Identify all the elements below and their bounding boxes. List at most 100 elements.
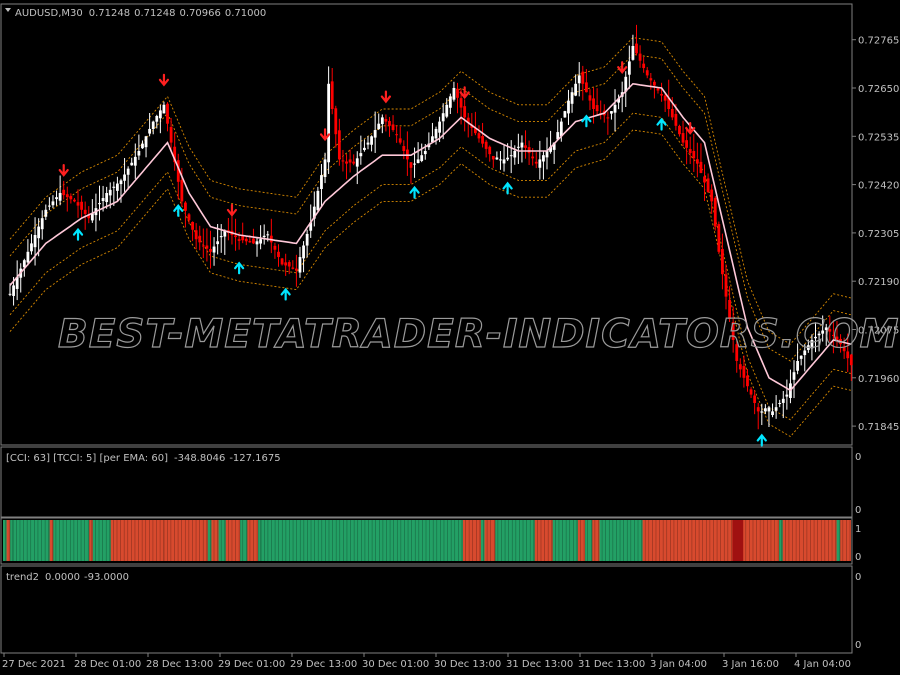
strip-axis-bottom: 0 bbox=[855, 552, 861, 563]
strip-segment bbox=[207, 520, 212, 561]
candle-body bbox=[721, 248, 724, 275]
candle-body bbox=[316, 190, 320, 211]
candle-body bbox=[513, 151, 517, 158]
candle-body bbox=[237, 239, 241, 241]
strip-segment bbox=[840, 520, 851, 561]
buy-arrow bbox=[656, 117, 667, 131]
candle-body bbox=[778, 403, 782, 404]
candle-body bbox=[116, 183, 119, 191]
candle-body bbox=[627, 61, 631, 75]
candle-body bbox=[756, 407, 760, 412]
candle-body bbox=[44, 209, 48, 217]
strip-segment bbox=[247, 520, 259, 561]
candle-body bbox=[516, 146, 520, 148]
candle-body bbox=[101, 198, 105, 202]
watermark: BEST-METATRADER-INDICATORS.COM bbox=[58, 312, 899, 357]
candle-body bbox=[355, 158, 359, 167]
candle-body bbox=[695, 159, 699, 164]
candle-body bbox=[323, 159, 327, 178]
candle-body bbox=[746, 375, 749, 387]
candle-body bbox=[305, 233, 309, 246]
candle-body bbox=[420, 155, 424, 161]
candle-body bbox=[592, 98, 595, 109]
candle-body bbox=[187, 214, 191, 221]
candle-body bbox=[219, 236, 223, 238]
candle-body bbox=[570, 92, 574, 104]
strip-segment bbox=[261, 520, 463, 561]
candle-body bbox=[391, 124, 395, 130]
candle-body bbox=[37, 226, 41, 239]
chart-canvas: 0.72765 0.72650 0.72535 0.72420 0.72305 0.721… bbox=[0, 3, 899, 670]
candle-body bbox=[534, 161, 538, 164]
candle-body bbox=[531, 156, 535, 159]
time-tick-label: 29 Dec 01:00 bbox=[218, 659, 285, 670]
candle-body bbox=[477, 133, 481, 139]
buy-arrow bbox=[173, 204, 184, 217]
time-tick-label: 31 Dec 13:00 bbox=[578, 659, 645, 670]
price-tick-label: 0.72420 bbox=[858, 181, 899, 192]
candle-body bbox=[133, 156, 137, 166]
strip-axis-top: 1 bbox=[855, 524, 861, 535]
candle-body bbox=[62, 189, 66, 196]
candle-body bbox=[749, 389, 753, 395]
candle-body bbox=[502, 159, 506, 164]
candle-body bbox=[252, 238, 255, 244]
candle-body bbox=[12, 285, 15, 296]
candle-body bbox=[538, 159, 542, 168]
candle-body bbox=[416, 159, 420, 164]
candle-body bbox=[520, 142, 524, 148]
candle-body bbox=[763, 408, 767, 412]
candle-body bbox=[434, 128, 438, 139]
candle-body bbox=[112, 186, 116, 188]
candle-body bbox=[334, 108, 338, 135]
strip-segment bbox=[6, 520, 11, 561]
candle-body bbox=[495, 157, 499, 160]
candle-body bbox=[359, 153, 363, 157]
trend-panel: trend2 0.0000 -93.0000 0 0 bbox=[0, 565, 861, 654]
strip-segment bbox=[552, 520, 578, 561]
buy-arrow bbox=[72, 227, 84, 241]
trend-axis-top: 0 bbox=[855, 572, 861, 583]
candle-body bbox=[212, 246, 216, 253]
color-strip-panel: 1 0 bbox=[0, 517, 861, 565]
candle-body bbox=[441, 113, 445, 122]
candle-body bbox=[144, 136, 148, 148]
candle-body bbox=[524, 145, 527, 148]
candle-body bbox=[341, 160, 345, 162]
buy-arrow bbox=[234, 261, 245, 275]
candle-body bbox=[509, 155, 513, 157]
candle-body bbox=[685, 140, 689, 148]
candle-body bbox=[456, 88, 459, 98]
candle-body bbox=[108, 189, 112, 196]
candle-body bbox=[83, 209, 87, 214]
candle-body bbox=[760, 411, 764, 413]
cci-axis-top: 0 bbox=[855, 452, 861, 463]
symbol-dropdown-icon[interactable] bbox=[5, 8, 11, 12]
candle-body bbox=[373, 130, 377, 138]
candle-body bbox=[205, 245, 209, 249]
candle-body bbox=[792, 372, 796, 380]
candle-body bbox=[137, 151, 141, 156]
candle-body bbox=[30, 243, 33, 252]
candle-body bbox=[370, 136, 373, 145]
buy-arrow bbox=[280, 287, 291, 301]
candle-body bbox=[26, 251, 30, 263]
strip-segment bbox=[836, 520, 841, 561]
candle-body bbox=[184, 202, 187, 211]
candle-body bbox=[384, 119, 388, 122]
candle-body bbox=[180, 179, 184, 202]
candle-body bbox=[595, 105, 599, 112]
candle-body bbox=[280, 258, 284, 265]
candle-body bbox=[234, 235, 237, 238]
candle-body bbox=[191, 221, 194, 230]
symbol-label[interactable]: AUDUSD,M30 bbox=[15, 8, 83, 19]
candle-body bbox=[166, 103, 169, 124]
strip-segment bbox=[779, 520, 783, 561]
svg-text:[CCI: 63] [TCCI: 5] [per EMA:: [CCI: 63] [TCCI: 5] [per EMA: 60] -348.80… bbox=[6, 453, 281, 464]
candle-body bbox=[653, 81, 656, 86]
candle-body bbox=[402, 146, 406, 151]
candle-body bbox=[642, 63, 646, 69]
candle-body bbox=[248, 241, 252, 243]
ohlc-close: 0.71000 bbox=[225, 8, 266, 19]
candle-body bbox=[198, 235, 202, 243]
